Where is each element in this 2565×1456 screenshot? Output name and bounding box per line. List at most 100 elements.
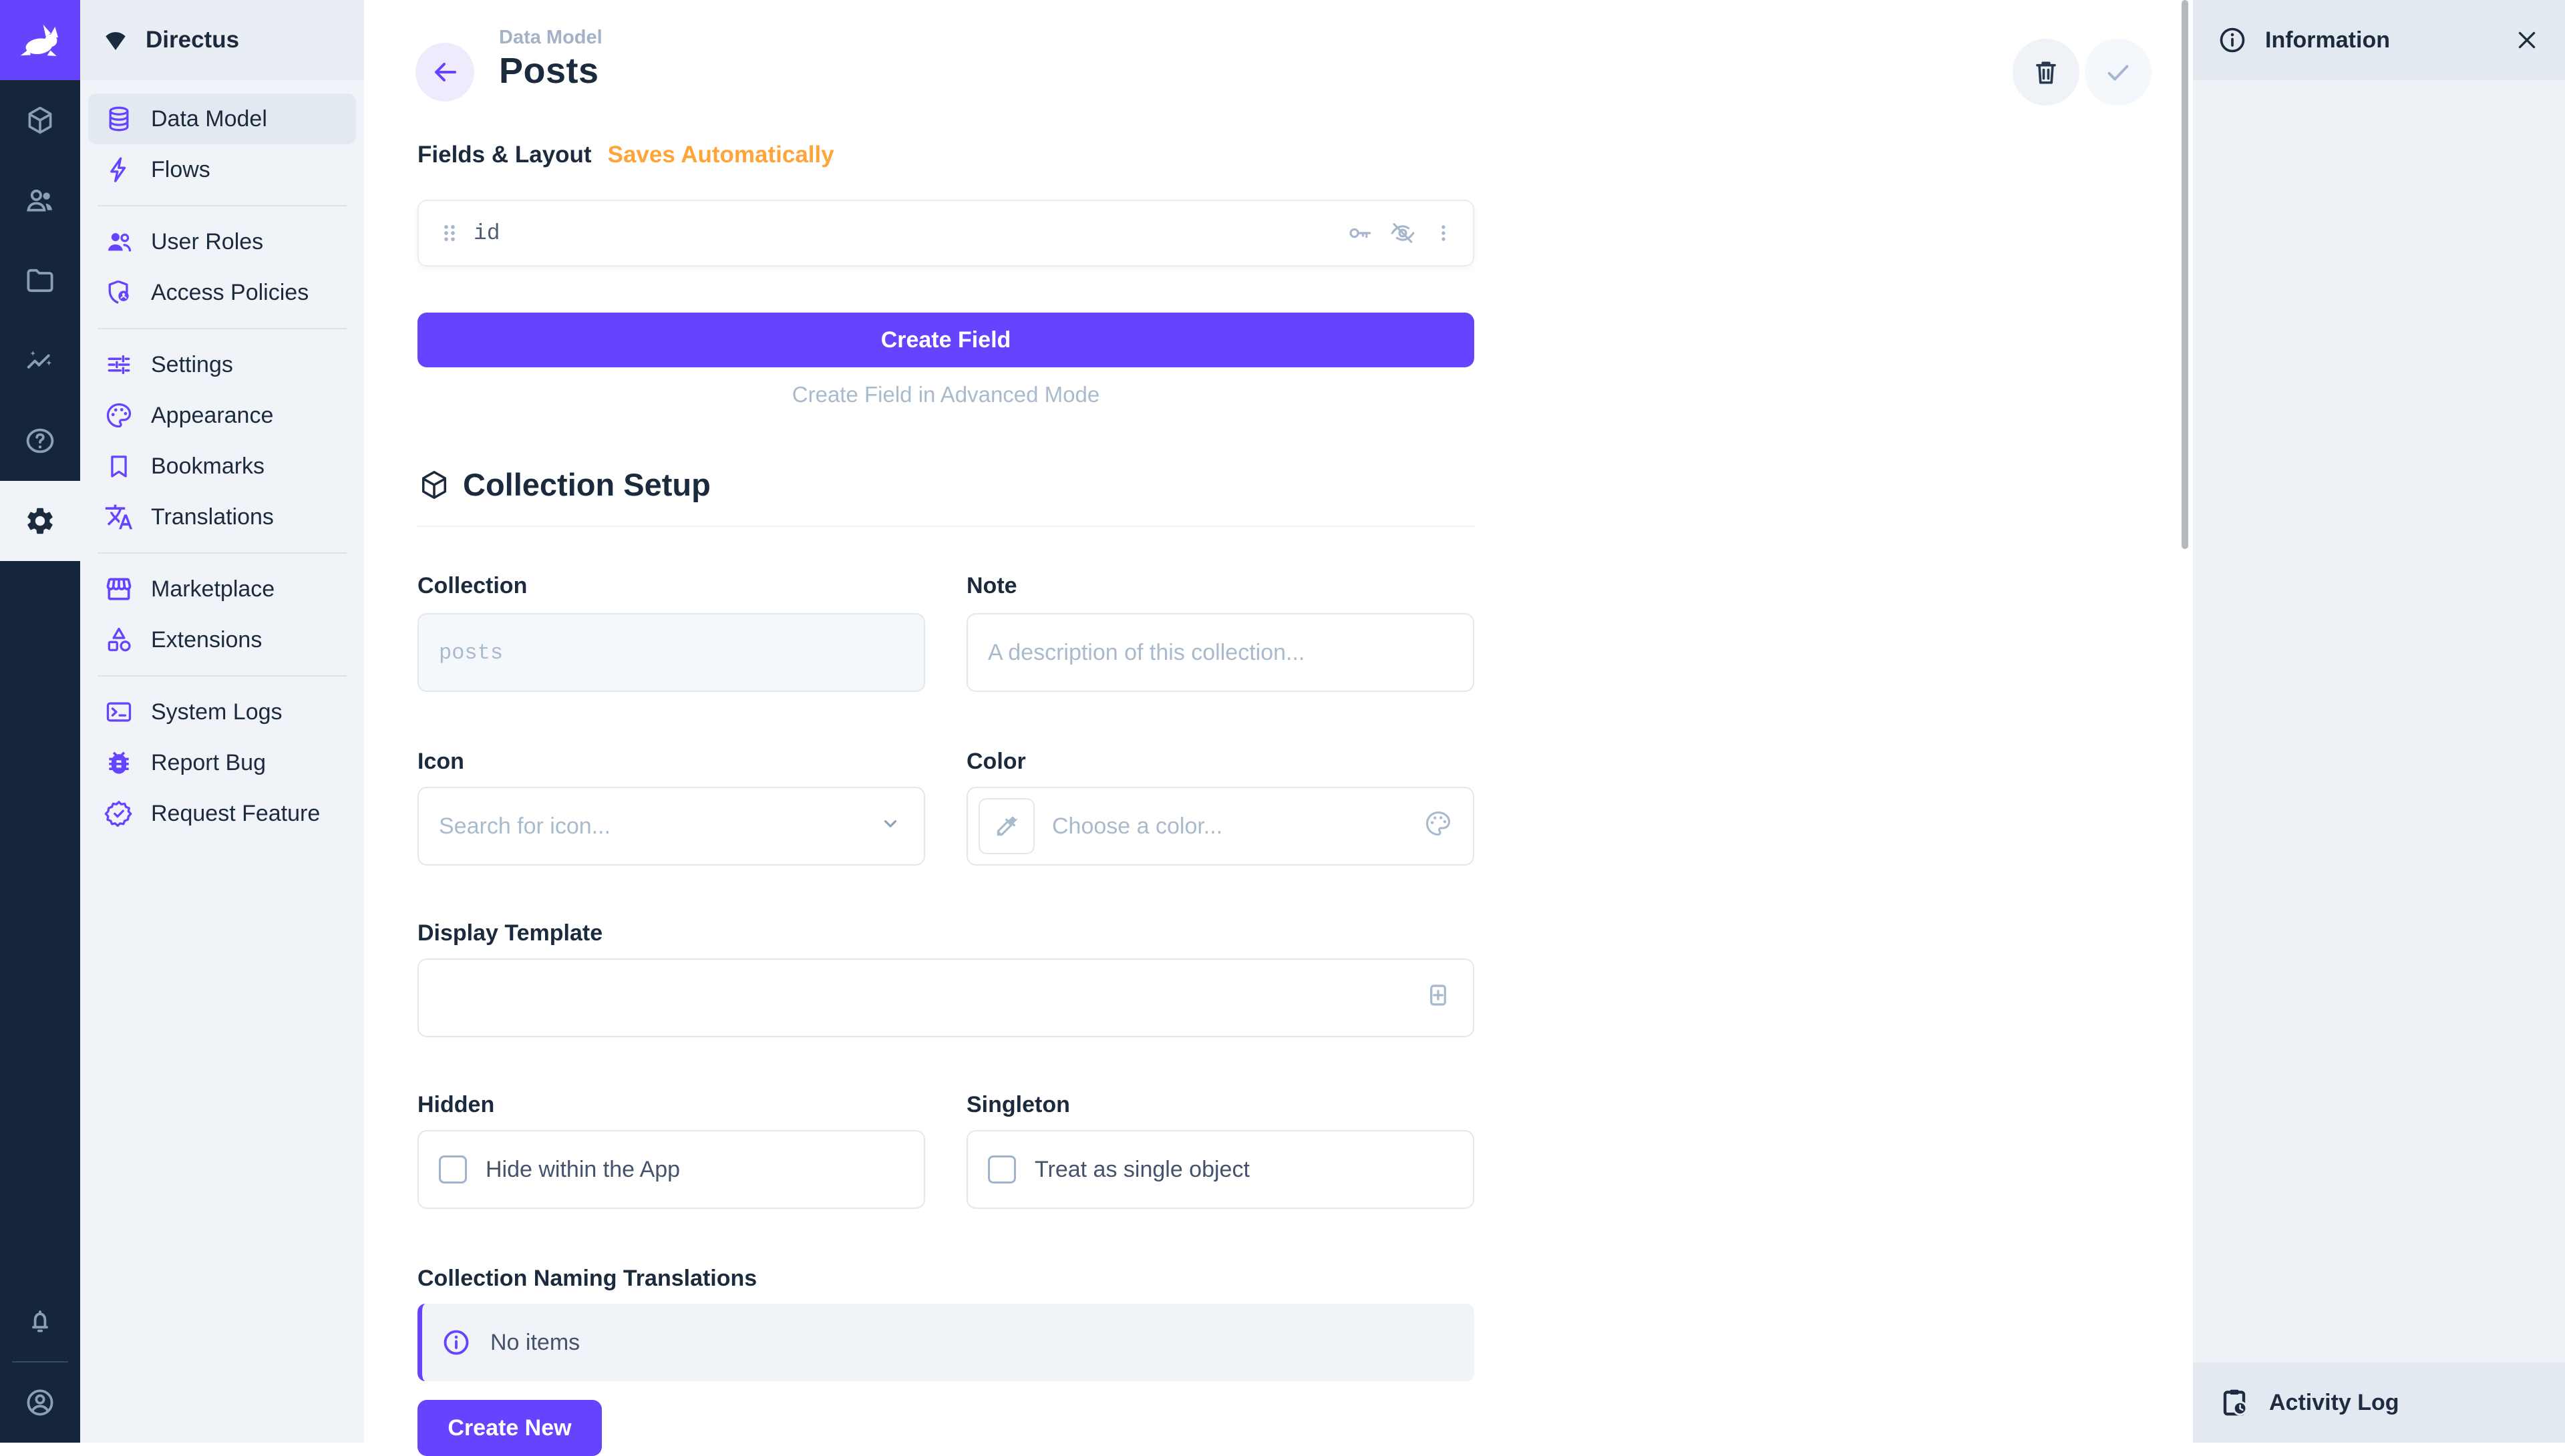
palette-icon [104, 401, 134, 430]
sidebar-item-label: Settings [151, 352, 233, 378]
palette-icon[interactable] [1423, 809, 1453, 844]
insights-icon [24, 345, 56, 377]
color-swatch-button[interactable] [979, 798, 1035, 854]
icon-select[interactable] [417, 787, 925, 866]
info-icon [441, 1327, 472, 1358]
activity-log-label: Activity Log [2269, 1390, 2399, 1416]
key-icon [1346, 219, 1374, 247]
create-field-advanced-link[interactable]: Create Field in Advanced Mode [417, 382, 1474, 407]
folder-icon [24, 264, 56, 297]
dots-vertical-icon[interactable] [1431, 221, 1456, 245]
collection-input[interactable] [439, 641, 904, 665]
fields-layout-label: Fields & Layout [417, 142, 592, 168]
color-field [967, 787, 1474, 866]
sidebar-item-label: Marketplace [151, 576, 275, 602]
bell-icon [24, 1305, 56, 1337]
module-bar [0, 0, 80, 1443]
category-icon [104, 625, 134, 655]
save-button[interactable] [2085, 39, 2152, 106]
module-settings[interactable] [0, 481, 80, 561]
add-box-icon[interactable] [1423, 980, 1453, 1016]
bug-icon [104, 748, 134, 777]
sidebar-item-appearance[interactable]: Appearance [88, 390, 356, 441]
sidebar-item-access-policies[interactable]: Access Policies [88, 267, 356, 318]
sidebar-item-settings[interactable]: Settings [88, 339, 356, 390]
module-content[interactable] [0, 80, 80, 160]
drag-handle-icon[interactable] [436, 220, 463, 246]
box-icon [417, 468, 451, 502]
sidebar-item-label: Extensions [151, 627, 262, 653]
sidebar-item-data-model[interactable]: Data Model [88, 94, 356, 144]
delete-collection-button[interactable] [2013, 39, 2079, 106]
field-row-icons [1346, 219, 1456, 247]
sidebar-item-label: Translations [151, 504, 274, 530]
nav-divider [98, 552, 347, 554]
hidden-checkbox[interactable] [439, 1155, 467, 1184]
sidebar-item-report-bug[interactable]: Report Bug [88, 737, 356, 788]
navigation-list: Data Model Flows User Roles [80, 80, 364, 852]
sidebar-item-system-logs[interactable]: System Logs [88, 687, 356, 737]
breadcrumb[interactable]: Data Model [499, 27, 603, 49]
rabbit-icon [15, 15, 65, 65]
nav-divider [98, 675, 347, 677]
eye-off-icon [1389, 219, 1417, 247]
project-name: Directus [146, 27, 239, 53]
hidden-label: Hidden [417, 1092, 925, 1118]
fan-icon [102, 26, 130, 54]
tune-icon [104, 350, 134, 379]
module-help[interactable] [0, 401, 80, 481]
hidden-checkbox-label[interactable]: Hide within the App [486, 1157, 680, 1183]
main-scrollbar[interactable] [2182, 0, 2188, 549]
close-sidebar-button[interactable] [2513, 26, 2541, 54]
notifications-button[interactable] [0, 1281, 80, 1361]
activity-log-button[interactable]: Activity Log [2193, 1362, 2565, 1443]
people-icon [24, 184, 56, 216]
note-input[interactable] [988, 640, 1453, 666]
color-input[interactable] [1052, 813, 1423, 840]
back-button[interactable] [415, 43, 474, 102]
sidebar-item-label: Bookmarks [151, 453, 265, 480]
sidebar-item-bookmarks[interactable]: Bookmarks [88, 441, 356, 492]
sidebar-item-marketplace[interactable]: Marketplace [88, 564, 356, 614]
info-sidebar: Information Activity Log [2193, 0, 2565, 1443]
page-title-block: Data Model Posts [499, 27, 603, 92]
account-circle-icon [24, 1387, 56, 1419]
field-row-id[interactable]: id [417, 200, 1474, 266]
sidebar-item-label: User Roles [151, 229, 263, 255]
sidebar-item-translations[interactable]: Translations [88, 492, 356, 542]
directus-logo[interactable] [0, 0, 80, 80]
sidebar-item-extensions[interactable]: Extensions [88, 614, 356, 665]
project-header[interactable]: Directus [80, 0, 364, 80]
singleton-checkbox[interactable] [988, 1155, 1016, 1184]
gear-icon [24, 505, 56, 537]
user-menu-button[interactable] [0, 1362, 80, 1443]
help-icon [24, 425, 56, 457]
info-sidebar-title: Information [2265, 27, 2390, 53]
collection-input-wrap [417, 613, 925, 692]
note-input-wrap [967, 613, 1474, 692]
icon-search-input[interactable] [439, 813, 877, 840]
module-files[interactable] [0, 240, 80, 321]
module-users[interactable] [0, 160, 80, 240]
sidebar-item-request-feature[interactable]: Request Feature [88, 788, 356, 839]
collection-label: Collection [417, 573, 925, 599]
nav-divider [98, 205, 347, 206]
header-actions [2013, 39, 2152, 106]
sidebar-item-user-roles[interactable]: User Roles [88, 216, 356, 267]
bolt-icon [104, 155, 134, 184]
verified-icon [104, 799, 134, 828]
display-template-input[interactable] [439, 985, 1423, 1011]
fields-layout-heading: Fields & Layout Saves Automatically [417, 142, 1474, 168]
sidebar-item-label: Request Feature [151, 801, 320, 827]
create-new-translation-button[interactable]: Create New [417, 1400, 602, 1456]
info-sidebar-header[interactable]: Information [2193, 0, 2565, 80]
sidebar-item-flows[interactable]: Flows [88, 144, 356, 195]
create-field-button[interactable]: Create Field [417, 313, 1474, 367]
close-icon [2513, 26, 2541, 54]
arrow-left-icon [429, 56, 461, 88]
color-label: Color [967, 749, 1474, 775]
group-icon [104, 227, 134, 256]
module-insights[interactable] [0, 321, 80, 401]
no-items-text: No items [490, 1330, 580, 1356]
singleton-checkbox-label[interactable]: Treat as single object [1035, 1157, 1250, 1183]
